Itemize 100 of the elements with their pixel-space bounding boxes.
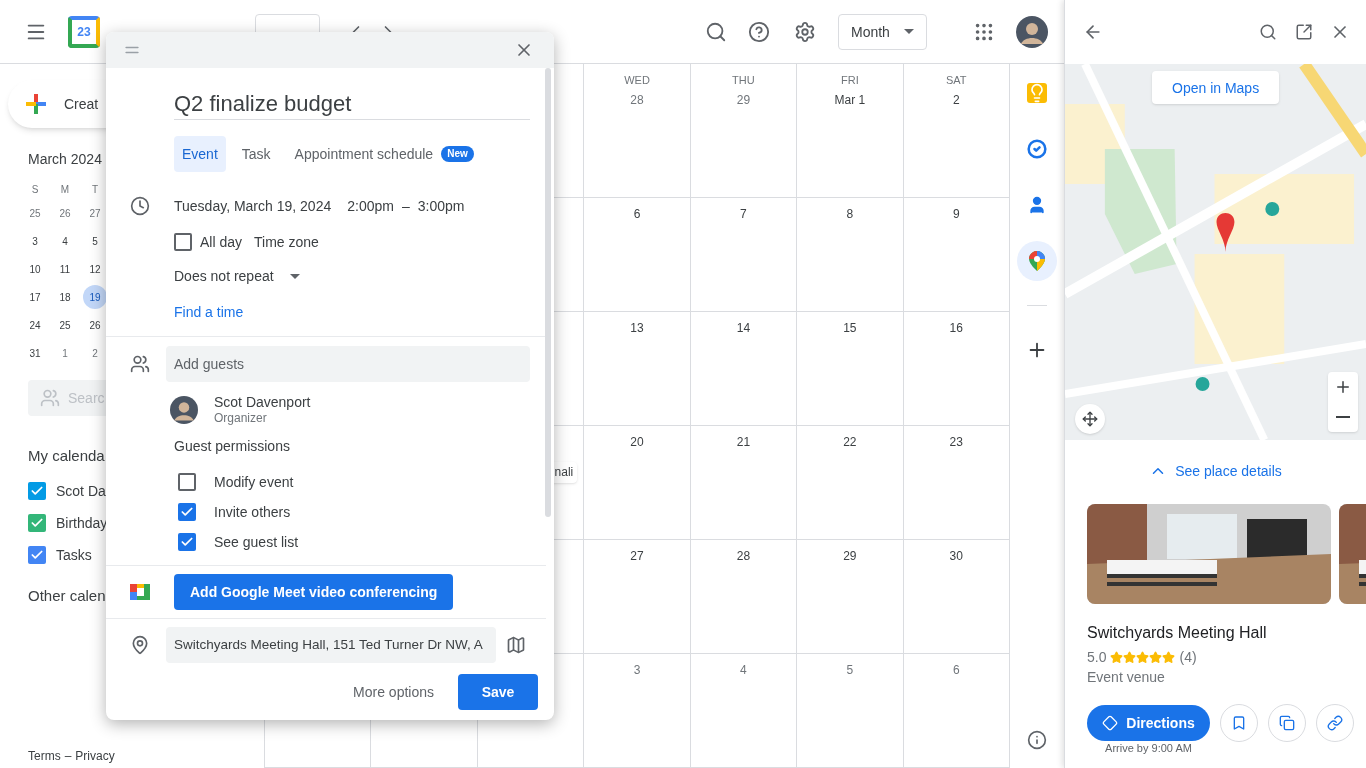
checkbox[interactable] [178,473,196,491]
date-button[interactable]: 24 [23,313,47,337]
day-number[interactable]: 21 [736,432,751,452]
day-cell[interactable]: THU 29 [689,64,797,198]
type-tab[interactable]: Task [233,136,279,172]
date-button[interactable]: 1 [53,341,77,365]
day-number[interactable]: 13 [630,318,644,338]
date-button[interactable]: 5 [83,229,107,253]
time-zone-button[interactable]: Time zone [254,232,319,252]
open-in-maps-button[interactable]: Open in Maps [1152,71,1280,104]
start-time[interactable]: 2:00pm [347,196,394,216]
day-cell[interactable]: 30 [902,540,1009,654]
date-button[interactable]: 19 [83,285,107,309]
day-number[interactable]: Mar 1 [834,90,866,110]
day-number[interactable]: 7 [740,204,747,224]
day-number[interactable]: 16 [949,318,963,338]
day-number[interactable]: 27 [630,546,644,566]
day-cell[interactable]: 28 [689,540,797,654]
day-number[interactable]: 2 [952,90,960,110]
day-cell[interactable]: 9 [902,198,1009,312]
date-button[interactable]: 25 [53,313,77,337]
checkbox[interactable] [178,533,196,551]
day-cell[interactable]: 15 [796,312,903,426]
day-number[interactable]: 3 [633,660,641,680]
guest-name: Scot Davenport [214,394,311,410]
day-number[interactable]: 23 [949,432,963,452]
end-time[interactable]: 3:00pm [417,196,465,216]
date-button[interactable]: 27 [83,201,107,225]
date-button[interactable]: 26 [53,201,77,225]
date-button[interactable]: 25 [23,201,47,225]
date-button[interactable]: 12 [83,257,107,281]
place-category: Event venue [1087,668,1166,687]
privacy-link[interactable]: Privacy [75,748,115,764]
day-cell[interactable]: 3 [583,654,690,768]
day-cell[interactable]: 29 [796,540,903,654]
checkbox[interactable] [28,482,46,500]
date-button[interactable]: 10 [23,257,47,281]
add-guests-field[interactable]: Add guests [166,346,530,382]
day-number[interactable]: 22 [843,432,857,452]
day-cell[interactable]: 8 [796,198,903,312]
day-cell[interactable]: 27 [583,540,690,654]
day-number[interactable]: 28 [736,546,751,566]
more-options-button[interactable]: More options [345,674,442,710]
day-cell[interactable]: 4 [689,654,797,768]
day-number[interactable]: 29 [843,546,857,566]
day-number[interactable]: 30 [949,546,963,566]
day-cell[interactable]: 20 [583,426,690,540]
day-number[interactable]: 4 [740,660,747,680]
find-a-time-link[interactable]: Find a time [174,296,244,328]
checkbox[interactable] [178,503,196,521]
meet-button[interactable]: Add Google Meet video conferencing [174,574,454,610]
day-cell[interactable]: 16 [902,312,1009,426]
day-number[interactable]: 8 [846,204,854,224]
day-number[interactable]: 6 [952,660,960,680]
event-date[interactable]: Tuesday, March 19, 2024 [174,196,332,216]
day-cell[interactable]: 13 [583,312,690,426]
save-button[interactable]: Save [458,674,538,710]
checkbox[interactable] [28,514,46,532]
day-number[interactable]: 6 [633,204,641,224]
day-cell[interactable]: WED 28 [583,64,690,198]
date-button[interactable]: 4 [53,229,77,253]
date-button[interactable]: 17 [23,285,47,309]
day-number[interactable]: 9 [952,204,960,224]
day-cell[interactable]: 5 [796,654,903,768]
map-icon[interactable] [506,635,526,655]
day-number[interactable]: 28 [630,90,644,110]
scrollbar[interactable] [545,68,551,517]
repeat-select[interactable]: Does not repeat [174,260,300,292]
title-field[interactable]: Q2 finalize budget [174,88,530,120]
day-cell[interactable]: FRI Mar 1 [796,64,903,198]
day-cell[interactable]: 6 [583,198,690,312]
day-number[interactable]: 5 [846,660,854,680]
see-place-details-link[interactable]: See place details [1149,461,1282,481]
type-tab[interactable]: Appointment schedule New [286,136,482,172]
date-button[interactable]: 3 [23,229,47,253]
day-cell[interactable]: 6 [902,654,1009,768]
date-button[interactable]: 31 [23,341,47,365]
day-cell[interactable]: 14 [689,312,797,426]
directions-button[interactable]: Directions [1087,705,1210,741]
date-button[interactable]: 2 [83,341,107,365]
day-number[interactable]: 15 [843,318,857,338]
review-count: (4) [1179,648,1197,667]
day-cell[interactable]: 22 [796,426,903,540]
terms-link[interactable]: Terms [28,748,61,764]
day-cell[interactable]: 23 [902,426,1009,540]
day-cell[interactable]: SAT 2 [902,64,1009,198]
location-field[interactable]: Switchyards Meeting Hall, 151 Ted Turner Dr NW, A [166,627,496,663]
view-select[interactable]: Month [838,13,927,50]
checkbox[interactable] [174,233,192,251]
day-number[interactable]: 29 [736,90,751,110]
day-number[interactable]: 20 [630,432,644,452]
day-number[interactable]: 14 [736,318,751,338]
day-cell[interactable]: 21 [689,426,797,540]
type-tab[interactable]: Event [174,136,226,172]
day-cell[interactable]: 7 [689,198,797,312]
checkbox[interactable] [28,546,46,564]
date-button[interactable]: 26 [83,313,107,337]
side-panel-button[interactable] [1017,241,1057,281]
date-button[interactable]: 11 [53,257,77,281]
date-button[interactable]: 18 [53,285,77,309]
